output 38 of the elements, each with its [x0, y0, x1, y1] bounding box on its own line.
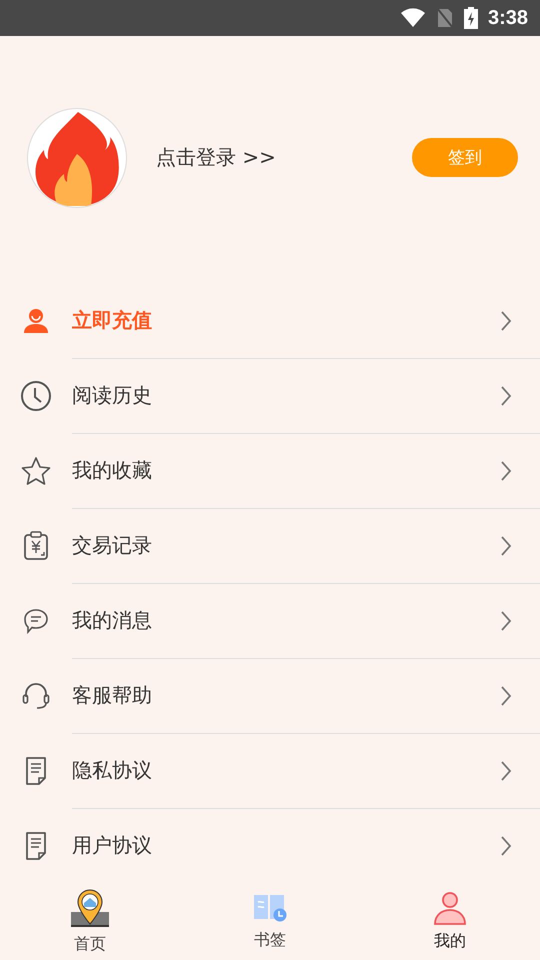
menu-item[interactable]: 隐私协议 [72, 757, 500, 784]
chevron-right-icon [500, 610, 512, 632]
nav-tab[interactable]: 我的 [390, 891, 510, 952]
chevron-right-icon [500, 310, 512, 332]
menu-item[interactable]: 我的收藏 [72, 457, 500, 484]
book-clock-icon [252, 892, 288, 924]
menu-item[interactable]: 用户协议 [72, 832, 500, 859]
tab-label: 书签 [254, 930, 286, 951]
person-icon [22, 306, 50, 334]
chevron-right-icon [500, 760, 512, 782]
receipt-icon [23, 530, 49, 560]
document-icon [24, 830, 48, 860]
nav-tab[interactable]: 书签 [210, 892, 330, 951]
menu-item[interactable]: 客服帮助 [72, 682, 500, 709]
wifi-icon [400, 8, 426, 28]
star-icon [20, 454, 52, 486]
status-time: 3:38 [488, 6, 528, 30]
map-pin-house-icon [70, 888, 110, 928]
chevron-right-icon [500, 384, 512, 406]
person-icon [433, 891, 467, 925]
login-link[interactable]: 点击登录 >> [156, 144, 412, 171]
chat-bubble-icon [22, 606, 50, 634]
chevron-right-icon [500, 834, 512, 856]
chevron-right-icon [500, 684, 512, 706]
menu-item[interactable]: 阅读历史 [72, 382, 500, 409]
no-sim-icon [436, 7, 454, 29]
tab-label: 我的 [434, 931, 466, 952]
menu-item[interactable]: 我的消息 [72, 607, 500, 634]
document-icon [24, 756, 48, 786]
nav-tab[interactable]: 首页 [30, 888, 150, 955]
chevron-right-icon [500, 460, 512, 482]
menu-item[interactable]: 交易记录 [72, 532, 500, 559]
clock-icon [20, 380, 52, 412]
flame-icon [34, 110, 120, 206]
chevron-right-icon [500, 534, 512, 556]
battery-charging-icon [464, 7, 478, 29]
tab-label: 首页 [74, 934, 106, 955]
headset-icon [22, 680, 50, 710]
